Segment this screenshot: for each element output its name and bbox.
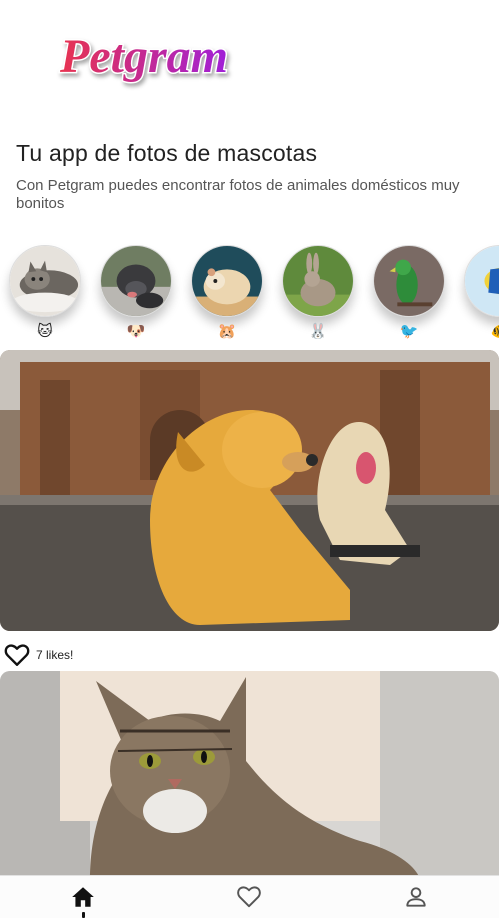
likes-row: 7 likes!: [2, 642, 73, 668]
category-hamsters[interactable]: 🐹: [189, 243, 265, 343]
category-emoji: 🐱: [37, 323, 53, 340]
petgram-logo: Petgram: [54, 22, 334, 100]
nav-favorites[interactable]: [166, 876, 332, 918]
category-image: [373, 245, 445, 317]
pet-photo[interactable]: [0, 350, 499, 631]
category-emoji: 🐦: [399, 323, 419, 340]
home-icon: [72, 887, 94, 907]
heart-icon: [237, 886, 262, 908]
category-rabbits[interactable]: 🐰: [280, 243, 356, 343]
category-image: [282, 245, 354, 317]
category-image: [100, 245, 172, 317]
category-cats[interactable]: 🐱: [7, 243, 83, 343]
likes-count: 7 likes!: [36, 648, 74, 662]
active-indicator: [82, 912, 86, 918]
nav-profile[interactable]: [333, 876, 499, 918]
heart-icon: [4, 644, 30, 666]
like-button[interactable]: [2, 642, 32, 668]
category-image: [464, 245, 499, 317]
category-dogs[interactable]: 🐶: [98, 243, 174, 343]
category-birds[interactable]: 🐦: [371, 243, 447, 343]
category-emoji: 🐶: [126, 323, 146, 340]
pet-photo[interactable]: [0, 671, 499, 881]
category-list: 🐱 🐶 🐹 🐰 🐦: [0, 243, 499, 343]
category-image: [191, 245, 263, 317]
page-subtitle: Con Petgram puedes encontrar fotos de an…: [16, 177, 460, 212]
category-emoji: 🐠: [462, 323, 499, 341]
page-title: Tu app de fotos de mascotas: [16, 140, 318, 166]
bottom-navbar: [0, 875, 499, 918]
category-fish[interactable]: 🐠: [462, 243, 499, 343]
category-emoji: 🐹: [217, 323, 237, 340]
nav-home[interactable]: [0, 876, 166, 918]
logo-text: Petgram: [59, 30, 228, 83]
user-icon: [406, 887, 426, 907]
category-image: [9, 245, 81, 317]
category-emoji: 🐰: [308, 323, 328, 340]
